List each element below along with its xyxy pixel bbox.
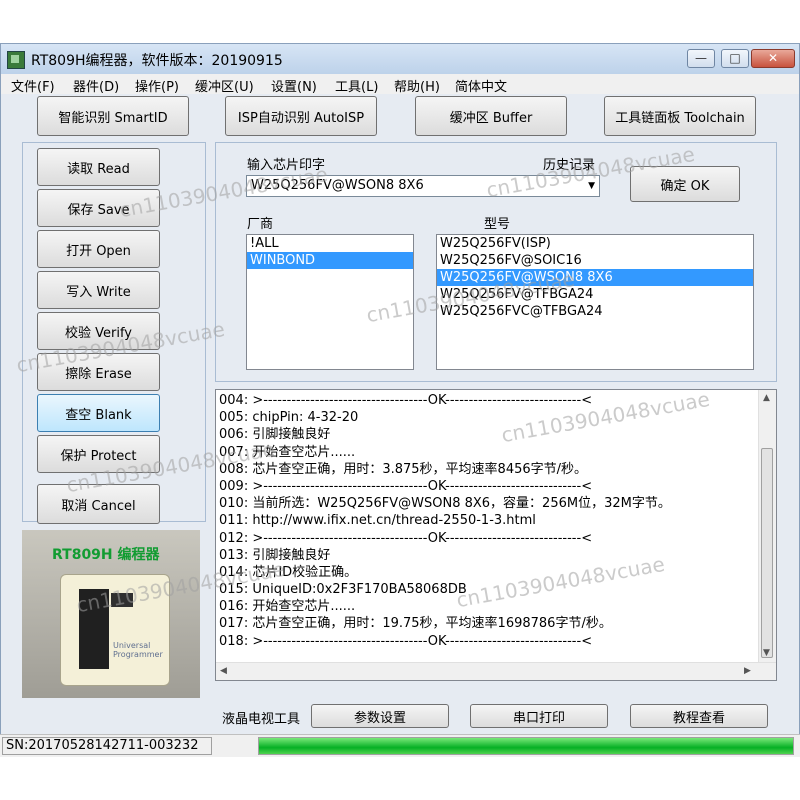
parameter-settings-button[interactable]: 参数设置 <box>311 704 449 728</box>
menu-file[interactable]: 文件(F) <box>11 76 55 95</box>
tv-tools-label: 液晶电视工具 <box>222 712 301 727</box>
log-line: 008: 芯片查空正确，用时：3.875秒，平均速率8456字节/秒。 <box>219 461 588 477</box>
log-line: 017: 芯片查空正确，用时：19.75秒，平均速率1698786字节/秒。 <box>219 616 612 632</box>
log-line: 012: >----------------------------------… <box>219 530 593 546</box>
product-title: RT809H 编程器 <box>52 547 160 563</box>
open-button[interactable]: 打开 Open <box>37 230 160 268</box>
device-label: Universal Programmer <box>113 641 163 659</box>
write-button[interactable]: 写入 Write <box>37 271 160 309</box>
serial-print-button[interactable]: 串口打印 <box>470 704 608 728</box>
blank-check-button[interactable]: 查空 Blank <box>37 394 160 432</box>
menu-buffer[interactable]: 缓冲区(U) <box>195 76 254 95</box>
app-chip-icon <box>7 51 25 69</box>
menu-settings[interactable]: 设置(N) <box>271 76 317 95</box>
progress-bar <box>258 737 794 755</box>
menu-device[interactable]: 器件(D) <box>73 76 119 95</box>
log-horizontal-scrollbar[interactable]: ◀ ▶ <box>216 662 776 680</box>
toolchain-button[interactable]: 工具链面板 Toolchain <box>604 96 756 136</box>
log-line: 011: http://www.ifix.net.cn/thread-2550-… <box>219 513 536 529</box>
window-title: RT809H编程器，软件版本：20190915 <box>31 53 283 69</box>
scroll-right-icon[interactable]: ▶ <box>744 666 751 676</box>
log-line: 014: 芯片ID校验正确。 <box>219 564 358 580</box>
vendor-item[interactable]: !ALL <box>247 235 413 252</box>
menu-bar: 文件(F) 器件(D) 操作(P) 缓冲区(U) 设置(N) 工具(L) 帮助(… <box>1 74 799 95</box>
scroll-left-icon[interactable]: ◀ <box>220 666 227 676</box>
scroll-down-icon[interactable]: ▼ <box>763 648 770 658</box>
menu-tools[interactable]: 工具(L) <box>335 76 378 95</box>
close-button[interactable]: ✕ <box>751 49 795 68</box>
progress-fill <box>259 738 793 754</box>
log-line: 010: 当前所选：W25Q256FV@WSON8 8X6，容量：256M位，3… <box>219 496 671 512</box>
vendor-item-selected[interactable]: WINBOND <box>247 252 413 269</box>
scroll-up-icon[interactable]: ▲ <box>763 393 770 403</box>
read-button[interactable]: 读取 Read <box>37 148 160 186</box>
model-item[interactable]: W25Q256FV@SOIC16 <box>437 252 753 269</box>
log-line: 007: 开始查空芯片...... <box>219 444 356 460</box>
log-line: 006: 引脚接触良好 <box>219 427 331 443</box>
tutorial-button[interactable]: 教程查看 <box>630 704 768 728</box>
model-label: 型号 <box>484 217 511 232</box>
log-line: 009: >----------------------------------… <box>219 478 593 494</box>
vendor-label: 厂商 <box>247 217 274 232</box>
menu-operation[interactable]: 操作(P) <box>135 76 179 95</box>
title-bar[interactable]: RT809H编程器，软件版本：20190915 — □ ✕ <box>1 44 799 74</box>
menu-language[interactable]: 简体中文 <box>455 76 507 95</box>
log-vertical-scrollbar[interactable]: ▲ ▼ <box>758 390 776 663</box>
buffer-button[interactable]: 缓冲区 Buffer <box>415 96 567 136</box>
log-line: 018: >----------------------------------… <box>219 633 593 649</box>
serial-number: SN:20170528142711-003232 <box>2 737 212 755</box>
menu-help[interactable]: 帮助(H) <box>394 76 440 95</box>
log-line: 013: 引脚接触良好 <box>219 547 331 563</box>
autoisp-button[interactable]: ISP自动识别 AutoISP <box>225 96 377 136</box>
scroll-thumb[interactable] <box>761 448 773 658</box>
maximize-button[interactable]: □ <box>721 49 749 68</box>
smartid-button[interactable]: 智能识别 SmartID <box>37 96 189 136</box>
product-image: RT809H 编程器 Universal Programmer <box>22 530 200 698</box>
status-bar: SN:20170528142711-003232 <box>0 734 800 757</box>
model-item[interactable]: W25Q256FV(ISP) <box>437 235 753 252</box>
minimize-button[interactable]: — <box>687 49 715 68</box>
log-output[interactable]: 004: >----------------------------------… <box>215 389 777 681</box>
